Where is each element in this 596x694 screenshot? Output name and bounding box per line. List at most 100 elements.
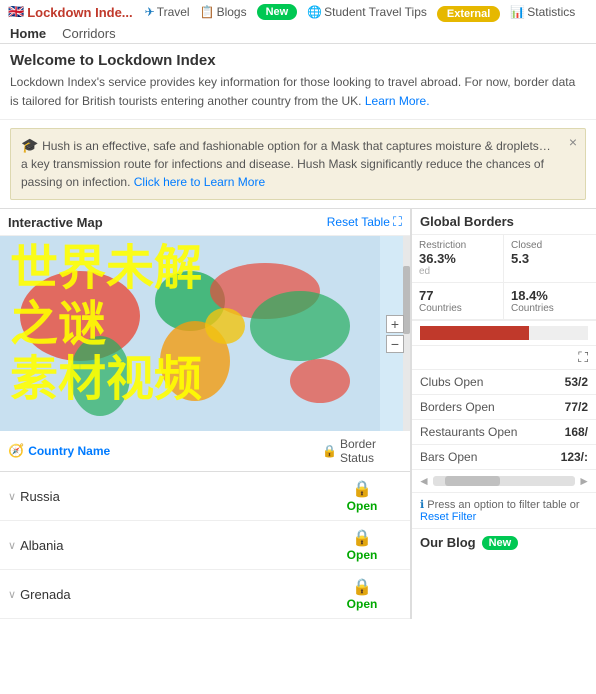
reset-table-btn[interactable]: Reset Table ⛶ bbox=[327, 214, 402, 230]
info-icon: ℹ bbox=[420, 499, 424, 511]
alert-text: Hush is an effective, safe and fashionab… bbox=[21, 139, 551, 189]
welcome-section: Welcome to Lockdown Index Lockdown Index… bbox=[0, 44, 596, 120]
chevron-icon[interactable]: ∨ bbox=[8, 490, 16, 503]
stats-icon: 📊 bbox=[510, 5, 525, 19]
table-row: ∨ Grenada 🔒 Open bbox=[0, 570, 410, 619]
hat-icon: 🎓 bbox=[21, 137, 38, 153]
compass-icon: 🧭 bbox=[8, 443, 24, 459]
lock-icon: 🔒 bbox=[322, 444, 337, 458]
map-scrollbar[interactable] bbox=[403, 236, 410, 431]
our-blog: Our Blog New bbox=[412, 529, 596, 556]
blogs-icon: 📋 bbox=[200, 5, 215, 19]
nav-statistics[interactable]: 📊 Statistics bbox=[510, 5, 575, 19]
stats-list-item[interactable]: Restaurants Open 168/ bbox=[412, 420, 596, 445]
table-rows: ∨ Russia 🔒 Open ∨ Albania 🔒 Open bbox=[0, 472, 410, 619]
map-title: Interactive Map bbox=[8, 215, 103, 230]
main-content: Interactive Map Reset Table ⛶ 世界未解 之谜 素材… bbox=[0, 208, 596, 619]
left-panel: Interactive Map Reset Table ⛶ 世界未解 之谜 素材… bbox=[0, 209, 411, 619]
new-badge[interactable]: New bbox=[257, 4, 298, 20]
nav-blogs[interactable]: 📋 Blogs bbox=[200, 5, 247, 19]
nav-links: ✈ Travel 📋 Blogs New 🌐 Student Travel Ti… bbox=[145, 4, 576, 20]
border-cell: 🔒 Open bbox=[322, 577, 402, 611]
bars-open-value: 123/: bbox=[561, 450, 588, 464]
expand-icon[interactable]: ⛶ bbox=[578, 349, 588, 366]
restaurants-open-label: Restaurants Open bbox=[420, 425, 517, 439]
stats-list-item[interactable]: Borders Open 77/2 bbox=[412, 395, 596, 420]
horizontal-scrollbar[interactable]: ◄ ► bbox=[412, 470, 596, 493]
clubs-open-value: 53/2 bbox=[565, 375, 588, 389]
travel-icon: ✈ bbox=[145, 5, 155, 19]
clubs-open-label: Clubs Open bbox=[420, 375, 483, 389]
scroll-right-btn[interactable]: ► bbox=[578, 474, 590, 488]
status-icon: 🔒 bbox=[322, 479, 402, 499]
table-header: 🧭 Country Name 🔒 Border Status bbox=[0, 431, 410, 472]
restaurants-open-value: 168/ bbox=[565, 425, 588, 439]
col-border: 🔒 Border Status bbox=[322, 437, 402, 465]
status-icon: 🔒 bbox=[322, 577, 402, 597]
col-country: 🧭 Country Name bbox=[8, 443, 322, 459]
nav-sub: Home Corridors bbox=[0, 24, 596, 43]
nav-new-badge-container[interactable]: New bbox=[257, 4, 298, 20]
expand-table: ⛶ bbox=[412, 346, 596, 370]
blog-badge[interactable]: New bbox=[482, 536, 519, 550]
chevron-icon[interactable]: ∨ bbox=[8, 539, 16, 552]
chart-area bbox=[412, 321, 596, 346]
brand[interactable]: 🇬🇧 Lockdown Inde... bbox=[8, 4, 133, 20]
stat-closed: Closed 5.3 bbox=[504, 235, 596, 283]
stats-list-item[interactable]: Bars Open 123/: bbox=[412, 445, 596, 470]
country-name: Russia bbox=[20, 489, 60, 504]
stat-percentage: 18.4% Countries bbox=[504, 283, 596, 320]
borders-open-label: Borders Open bbox=[420, 400, 495, 414]
welcome-text: Lockdown Index's service provides key in… bbox=[10, 73, 586, 111]
zoom-out-btn[interactable]: − bbox=[386, 335, 404, 353]
border-cell: 🔒 Open bbox=[322, 528, 402, 562]
chevron-icon[interactable]: ∨ bbox=[8, 588, 16, 601]
navbar: 🇬🇧 Lockdown Inde... ✈ Travel 📋 Blogs New… bbox=[0, 0, 596, 44]
country-cell: ∨ Grenada bbox=[8, 587, 322, 602]
reset-filter-link[interactable]: Reset Filter bbox=[420, 511, 476, 523]
blog-title: Our Blog bbox=[420, 535, 476, 550]
learn-more-link[interactable]: Learn More. bbox=[365, 94, 430, 108]
stat-open-count: 77 Countries bbox=[412, 283, 504, 320]
country-cell: ∨ Albania bbox=[8, 538, 322, 553]
border-cell: 🔒 Open bbox=[322, 479, 402, 513]
nav-home[interactable]: Home bbox=[10, 26, 46, 41]
table-row: ∨ Albania 🔒 Open bbox=[0, 521, 410, 570]
map-header: Interactive Map Reset Table ⛶ bbox=[0, 209, 410, 236]
welcome-title: Welcome to Lockdown Index bbox=[10, 52, 586, 69]
stats-list-item[interactable]: Clubs Open 53/2 bbox=[412, 370, 596, 395]
alert-box: × 🎓 Hush is an effective, safe and fashi… bbox=[10, 128, 586, 200]
external-badge[interactable]: External bbox=[437, 6, 500, 22]
filter-note: ℹ Press an option to filter table or Res… bbox=[412, 493, 596, 529]
status-open: Open bbox=[322, 548, 402, 562]
country-cell: ∨ Russia bbox=[8, 489, 322, 504]
border-col-label: Border Status bbox=[340, 437, 402, 465]
map-area: 世界未解 之谜 素材视频 bbox=[0, 236, 410, 431]
alert-link[interactable]: Click here to Learn More bbox=[134, 175, 265, 189]
nav-corridors[interactable]: Corridors bbox=[62, 26, 115, 41]
nav-student-travel[interactable]: 🌐 Student Travel Tips bbox=[307, 5, 427, 19]
scroll-left-btn[interactable]: ◄ bbox=[418, 474, 430, 488]
globe-icon: 🌐 bbox=[307, 5, 322, 19]
nav-external-badge-container[interactable]: External bbox=[437, 5, 500, 20]
borders-open-value: 77/2 bbox=[565, 400, 588, 414]
stat-restriction: Restriction 36.3% ed bbox=[412, 235, 504, 283]
country-name: Grenada bbox=[20, 587, 71, 602]
close-button[interactable]: × bbox=[569, 134, 577, 150]
right-panel: Global Borders Restriction 36.3% ed Clos… bbox=[411, 209, 596, 619]
expand-icon: ⛶ bbox=[393, 214, 402, 230]
country-name: Albania bbox=[20, 538, 63, 553]
status-open: Open bbox=[322, 499, 402, 513]
stats-list: Clubs Open 53/2 Borders Open 77/2 Restau… bbox=[412, 370, 596, 470]
status-icon: 🔒 bbox=[322, 528, 402, 548]
zoom-in-btn[interactable]: + bbox=[386, 315, 404, 333]
bars-open-label: Bars Open bbox=[420, 450, 477, 464]
map-svg bbox=[0, 236, 380, 431]
country-col-label: Country Name bbox=[28, 444, 110, 458]
zoom-controls: + − bbox=[386, 315, 404, 353]
stats-grid: Restriction 36.3% ed Closed 5.3 77 Count… bbox=[412, 235, 596, 321]
scroll-track[interactable] bbox=[433, 476, 575, 486]
flag-icon: 🇬🇧 bbox=[8, 4, 24, 20]
table-row: ∨ Russia 🔒 Open bbox=[0, 472, 410, 521]
nav-travel[interactable]: ✈ Travel bbox=[145, 5, 190, 19]
